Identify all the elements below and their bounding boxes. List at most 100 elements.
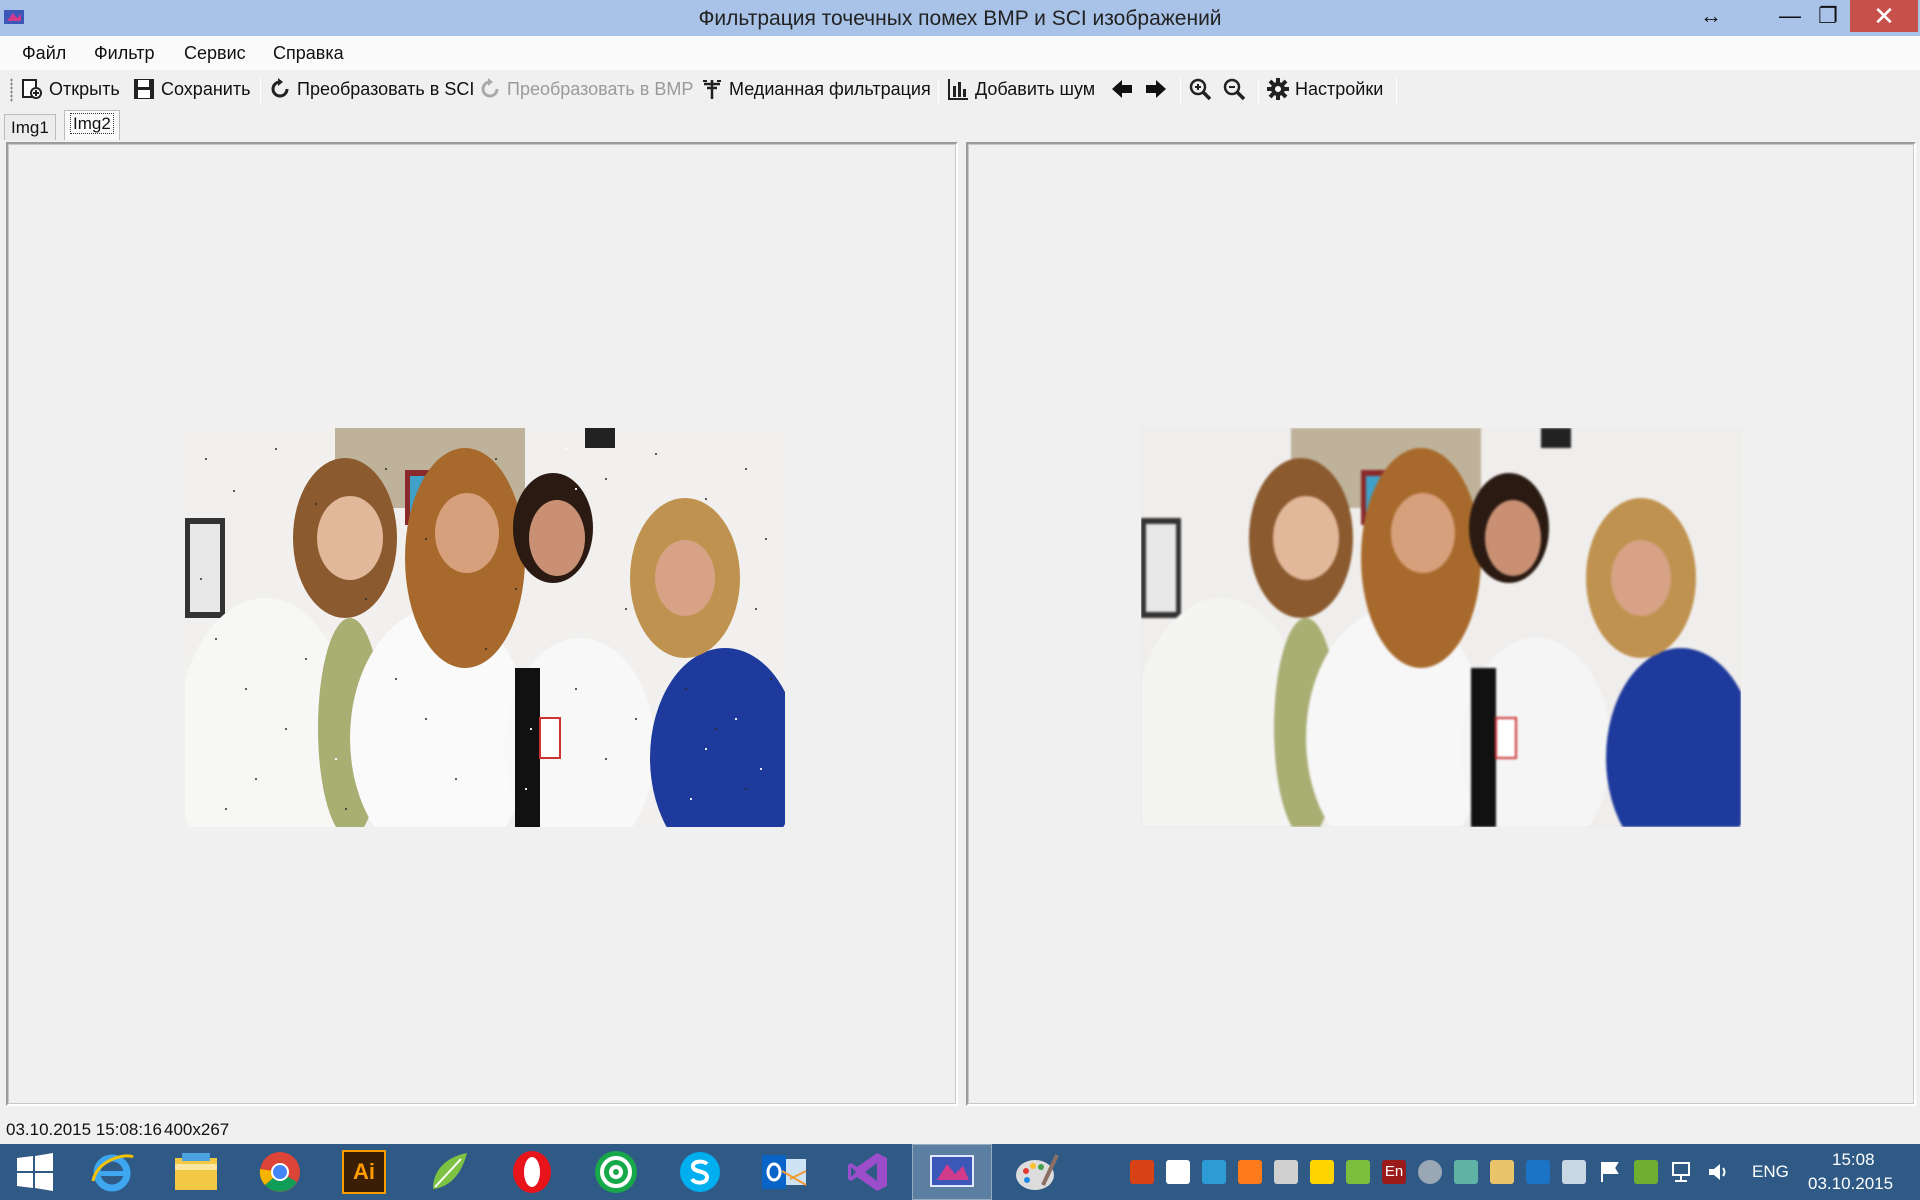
tray-adobe-icon[interactable] (1130, 1160, 1154, 1184)
taskbar-skype[interactable] (660, 1144, 740, 1200)
visual-studio-icon (848, 1153, 887, 1191)
taskbar-file-explorer[interactable] (156, 1144, 236, 1200)
tab-img1-label: Img1 (11, 118, 49, 137)
language-indicator[interactable]: ENG (1752, 1162, 1789, 1182)
folder-icon (175, 1153, 217, 1190)
open-button[interactable]: Открыть (20, 74, 120, 104)
tray-outlook-icon[interactable] (1526, 1160, 1550, 1184)
tray-device-icon[interactable] (1454, 1160, 1478, 1184)
floppy-icon (134, 79, 154, 99)
zoom-out-button[interactable] (1222, 74, 1246, 104)
taskbar-opera[interactable] (492, 1144, 572, 1200)
zoom-out-icon (1223, 78, 1246, 101)
menu-service[interactable]: Сервис (184, 43, 246, 64)
toolbar-separator (1180, 78, 1181, 104)
chrome-icon (259, 1152, 300, 1192)
skype-icon (680, 1152, 720, 1192)
tray-office-icon[interactable] (1238, 1160, 1262, 1184)
taskbar-chrome[interactable] (240, 1144, 320, 1200)
tray-windows-icon[interactable] (1166, 1160, 1190, 1184)
clock-date[interactable]: 03.10.2015 (1808, 1174, 1893, 1194)
toolbar-grip[interactable] (10, 78, 13, 102)
convert-to-sci-button[interactable]: Преобразовать в SCI (268, 74, 474, 104)
open-icon (22, 79, 42, 99)
toolbar-separator (1258, 78, 1259, 104)
settings-button[interactable]: Настройки (1266, 74, 1383, 104)
next-button[interactable] (1144, 74, 1168, 104)
refresh-icon (271, 78, 289, 98)
settings-label: Настройки (1295, 78, 1384, 99)
outlook-icon (762, 1155, 807, 1189)
start-button[interactable] (0, 1144, 70, 1200)
flag-icon[interactable] (1598, 1160, 1622, 1184)
tray-nvidia-icon[interactable] (1634, 1160, 1658, 1184)
close-button[interactable]: ✕ (1850, 0, 1918, 32)
source-image-pane[interactable] (6, 142, 958, 1106)
window-title: Фильтрация точечных помех BMP и SCI изоб… (698, 7, 1222, 30)
tray-sync-icon[interactable] (1562, 1160, 1586, 1184)
paint-palette-icon (1016, 1154, 1059, 1190)
volume-icon[interactable] (1706, 1160, 1730, 1184)
pane-splitter[interactable] (958, 142, 966, 1106)
convert-to-bmp-label: Преобразовать в BMP (507, 78, 694, 99)
tray-mail-icon[interactable] (1490, 1160, 1514, 1184)
taskbar-internet-explorer[interactable] (72, 1144, 152, 1200)
arrow-right-icon (1146, 80, 1166, 98)
open-label: Открыть (49, 78, 120, 99)
app-window-icon (930, 1155, 974, 1187)
convert-to-bmp-button[interactable]: Преобразовать в BMP (478, 74, 693, 104)
internet-explorer-icon (91, 1154, 134, 1192)
photo-noisy (185, 428, 785, 827)
convert-to-sci-label: Преобразовать в SCI (297, 78, 475, 99)
status-bar: 03.10.2015 15:08:16 400x267 (0, 1116, 1920, 1144)
previous-button[interactable] (1110, 74, 1134, 104)
network-icon[interactable] (1670, 1160, 1694, 1184)
menu-file[interactable]: Файл (22, 43, 66, 64)
menu-bar: Файл Фильтр Сервис Справка (0, 36, 1920, 70)
taskbar-visual-studio[interactable] (828, 1144, 908, 1200)
menu-filter[interactable]: Фильтр (94, 43, 154, 64)
save-button[interactable]: Сохранить (132, 74, 250, 104)
photo-filtered (1141, 428, 1741, 827)
tray-camera-icon[interactable] (1418, 1160, 1442, 1184)
taskbar-this-app[interactable] (912, 1144, 992, 1200)
taskbar: Ai En ENG 15:08 03.10.2015 (0, 1144, 1920, 1200)
refresh-disabled-icon (481, 78, 499, 98)
maximize-button[interactable]: ❐ (1808, 0, 1848, 32)
tray-norton-icon[interactable] (1310, 1160, 1334, 1184)
filtered-image-pane[interactable] (966, 142, 1916, 1106)
taskbar-corel[interactable] (408, 1144, 488, 1200)
taskbar-outlook[interactable] (744, 1144, 824, 1200)
median-filter-label: Медианная фильтрация (729, 78, 931, 99)
tab-img1[interactable]: Img1 (4, 114, 56, 140)
resize-icon[interactable]: ↔ (1694, 0, 1728, 32)
zoom-in-button[interactable] (1188, 74, 1212, 104)
illustrator-icon: Ai (342, 1150, 386, 1194)
taskbar-paint[interactable] (996, 1144, 1076, 1200)
toolbar-separator (1396, 78, 1397, 104)
filtered-image (1141, 428, 1741, 827)
tray-network-icon[interactable] (1202, 1160, 1226, 1184)
opera-icon (513, 1151, 551, 1193)
tab-img2[interactable]: Img2 (64, 110, 120, 140)
tray-lingvo-icon[interactable]: En (1382, 1160, 1406, 1184)
source-image (185, 428, 785, 827)
taskbar-mail-agent[interactable] (576, 1144, 656, 1200)
status-image-size: 400x267 (164, 1120, 230, 1139)
arrow-left-icon (1112, 80, 1132, 98)
toolbar-separator (938, 78, 939, 104)
menu-help[interactable]: Справка (273, 43, 344, 64)
tray-printer-icon[interactable] (1274, 1160, 1298, 1184)
toolbar: Открыть Сохранить Преобразовать в SCI Пр… (0, 70, 1920, 108)
toolbar-separator (260, 78, 261, 104)
windows-logo-icon (17, 1153, 53, 1191)
tray-kaspersky-icon[interactable] (1346, 1160, 1370, 1184)
title-bar: Фильтрация точечных помех BMP и SCI изоб… (0, 0, 1920, 36)
median-filter-button[interactable]: Медианная фильтрация (700, 74, 931, 104)
clock-time[interactable]: 15:08 (1832, 1150, 1875, 1170)
taskbar-illustrator[interactable]: Ai (324, 1144, 404, 1200)
status-datetime: 03.10.2015 15:08:16 (6, 1120, 162, 1139)
add-noise-button[interactable]: Добавить шум (946, 74, 1095, 104)
filter-icon (703, 80, 721, 99)
minimize-button[interactable]: — (1770, 0, 1810, 32)
